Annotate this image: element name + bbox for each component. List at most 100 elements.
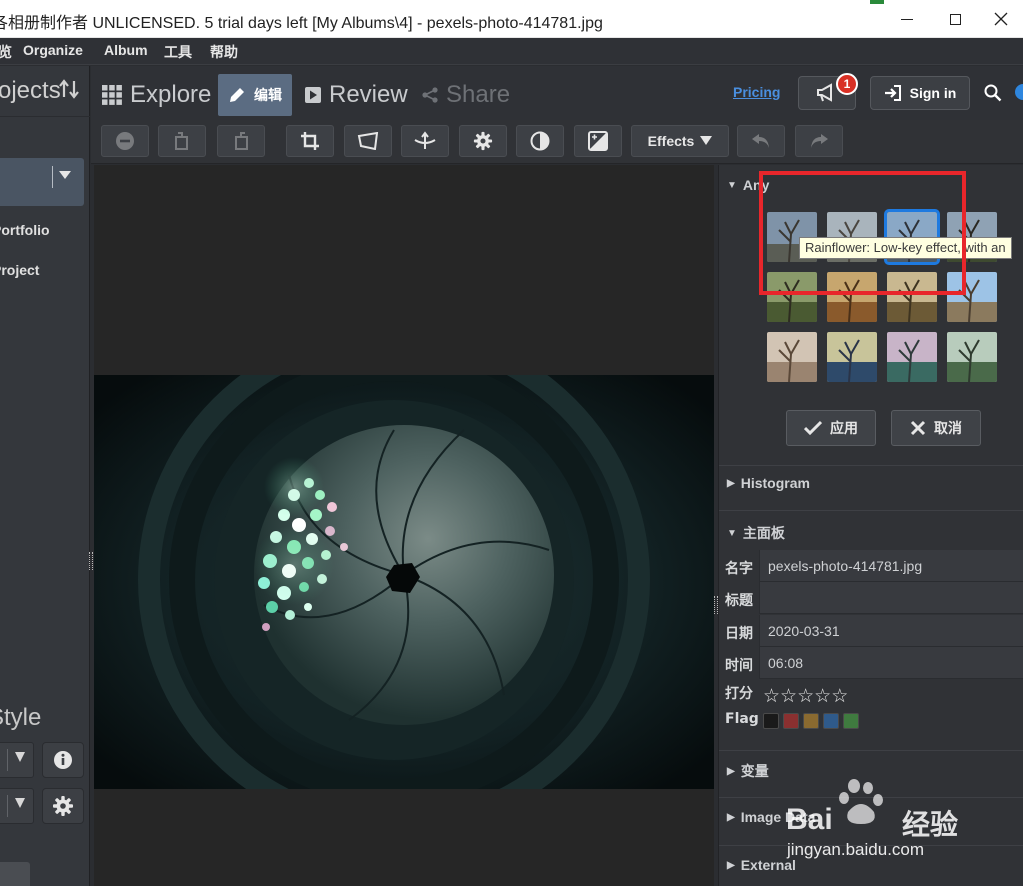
flag-swatch[interactable] xyxy=(783,713,799,729)
effects-label: Effects xyxy=(647,133,695,149)
minimize-icon xyxy=(901,18,913,20)
expand-triangle-icon: ▶ xyxy=(727,811,735,823)
divider xyxy=(719,465,1023,466)
dropdown-separator xyxy=(7,795,8,817)
flag-swatch[interactable] xyxy=(763,713,779,729)
section-main-panel[interactable]: ▼ 主面板 xyxy=(727,523,785,543)
contrast-button[interactable] xyxy=(516,125,564,157)
star-icon[interactable]: ☆ xyxy=(814,685,831,707)
section-external[interactable]: ▶ External xyxy=(727,857,796,873)
menu-bar: 览 Organize Album 工具 帮助 xyxy=(0,38,1023,65)
tab-review-label: Review xyxy=(329,81,408,108)
perspective-button[interactable] xyxy=(344,125,392,157)
menu-item-tools[interactable]: 工具 xyxy=(164,42,192,62)
help-icon[interactable] xyxy=(1015,84,1023,100)
straighten-button[interactable] xyxy=(401,125,449,157)
exposure-button[interactable] xyxy=(574,125,622,157)
adjust-button[interactable] xyxy=(459,125,507,157)
divider xyxy=(0,116,90,117)
project-item-portfolio[interactable]: Portfolio xyxy=(0,222,50,238)
flag-swatch[interactable] xyxy=(843,713,859,729)
close-button[interactable] xyxy=(978,0,1023,38)
expand-triangle-icon: ▶ xyxy=(727,477,735,489)
undo-button[interactable] xyxy=(737,125,785,157)
undo-icon xyxy=(752,134,769,148)
title-field[interactable] xyxy=(759,582,1023,614)
flag-colors xyxy=(763,713,859,729)
pencil-icon xyxy=(228,86,246,104)
menu-item-album[interactable]: Album xyxy=(104,42,148,58)
pricing-link[interactable]: Pricing xyxy=(733,84,780,100)
metadata-key: 日期 xyxy=(725,626,753,642)
info-button[interactable] xyxy=(42,742,84,778)
metadata-row-title: 标题 xyxy=(719,582,1023,614)
tab-edit[interactable]: 编辑 xyxy=(218,74,292,116)
image-canvas[interactable] xyxy=(94,165,714,886)
tab-explore[interactable]: Explore xyxy=(102,75,211,115)
tab-share[interactable]: Share xyxy=(422,75,510,115)
maximize-button[interactable] xyxy=(932,0,978,38)
star-icon[interactable]: ☆ xyxy=(797,685,814,707)
effect-thumbnail[interactable] xyxy=(947,332,997,382)
section-main-panel-title: 主面板 xyxy=(742,525,785,541)
gear-icon xyxy=(53,796,73,816)
notification-badge: 1 xyxy=(836,73,858,95)
section-histogram-title: Histogram xyxy=(740,475,810,491)
close-icon xyxy=(910,420,926,436)
chevron-down-icon xyxy=(59,168,71,184)
name-field[interactable]: pexels-photo-414781.jpg xyxy=(759,550,1023,582)
apply-button[interactable]: 应用 xyxy=(786,410,876,446)
style-dropdown-1[interactable] xyxy=(0,742,34,778)
level-icon xyxy=(414,131,436,149)
sign-in-icon xyxy=(884,84,902,102)
project-selector[interactable] xyxy=(0,158,84,206)
rotate-left-button[interactable] xyxy=(158,125,206,157)
grid-icon xyxy=(102,85,122,105)
section-variables[interactable]: ▶ 变量 xyxy=(727,761,769,781)
effect-thumbnail[interactable] xyxy=(767,332,817,382)
star-icon[interactable]: ☆ xyxy=(763,685,780,707)
watermark-brand: Bai xyxy=(786,803,833,836)
date-field[interactable]: 2020-03-31 xyxy=(759,615,1023,647)
maximize-icon xyxy=(949,13,961,25)
redo-button[interactable] xyxy=(795,125,843,157)
menu-item-browse[interactable]: 览 xyxy=(0,42,12,62)
settings-button[interactable] xyxy=(42,788,84,824)
divider xyxy=(719,510,1023,511)
crop-button[interactable] xyxy=(286,125,334,157)
taskbar-indicator xyxy=(870,0,884,4)
star-icon[interactable]: ☆ xyxy=(831,685,848,707)
effect-thumbnail[interactable] xyxy=(827,332,877,382)
effect-thumbnail[interactable] xyxy=(887,332,937,382)
tab-review[interactable]: Review xyxy=(305,75,408,115)
check-icon xyxy=(804,420,822,436)
edit-toolbar: Effects xyxy=(91,120,1023,164)
flag-swatch[interactable] xyxy=(823,713,839,729)
menu-item-organize[interactable]: Organize xyxy=(23,42,83,58)
time-field[interactable]: 06:08 xyxy=(759,647,1023,679)
cancel-button[interactable]: 取消 xyxy=(891,410,981,446)
cancel-label: 取消 xyxy=(934,421,962,437)
effects-button[interactable]: Effects xyxy=(631,125,729,157)
style-dropdown-2[interactable] xyxy=(0,788,34,824)
flag-swatch[interactable] xyxy=(803,713,819,729)
sort-icon[interactable] xyxy=(58,79,80,104)
remove-button[interactable] xyxy=(101,125,149,157)
rating-stars[interactable]: ☆☆☆☆☆ xyxy=(763,685,848,707)
star-icon[interactable]: ☆ xyxy=(780,685,797,707)
section-histogram[interactable]: ▶ Histogram xyxy=(727,475,810,491)
project-item-project[interactable]: Project xyxy=(0,262,39,278)
left-resize-handle[interactable] xyxy=(89,552,93,570)
watermark-url: jingyan.baidu.com xyxy=(787,840,925,859)
rotate-right-button[interactable] xyxy=(217,125,265,157)
left-panel-bottom-button[interactable] xyxy=(0,862,30,886)
rotate-left-icon xyxy=(175,132,188,150)
menu-item-help[interactable]: 帮助 xyxy=(210,42,238,62)
search-icon[interactable] xyxy=(984,84,1002,106)
metadata-key: 时间 xyxy=(725,658,753,674)
minimize-button[interactable] xyxy=(884,0,930,38)
sign-in-button[interactable]: Sign in xyxy=(870,76,970,110)
section-variables-title: 变量 xyxy=(740,763,769,779)
megaphone-icon xyxy=(817,83,832,102)
chevron-down-icon xyxy=(15,797,25,813)
